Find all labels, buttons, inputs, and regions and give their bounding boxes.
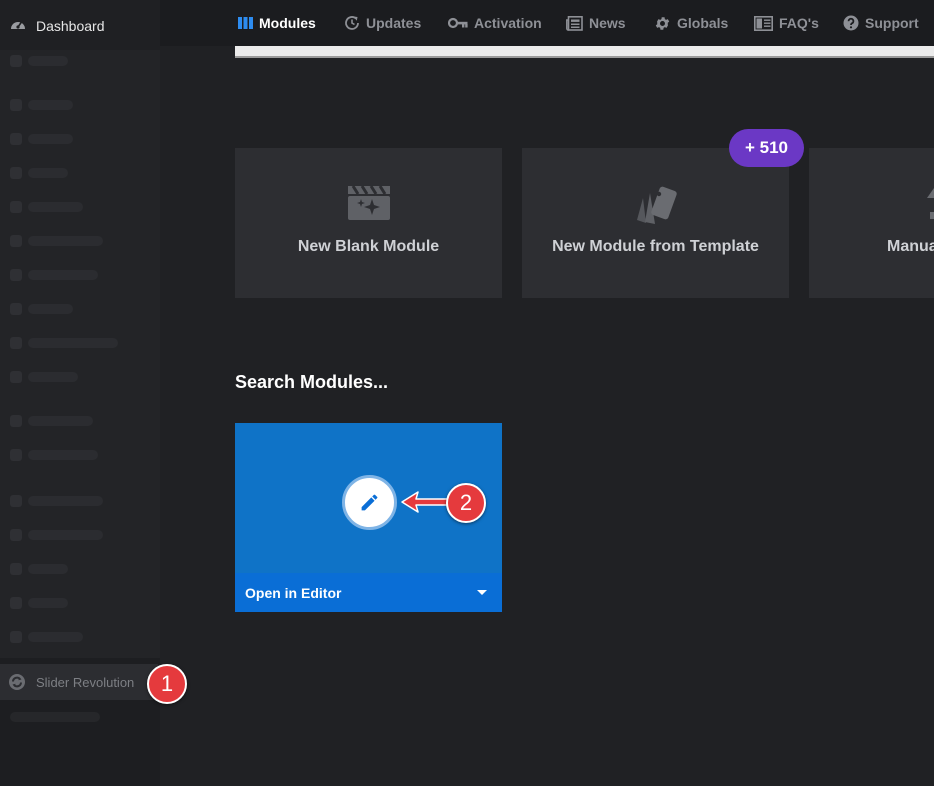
menu-icon: [10, 415, 22, 427]
menu-icon: [10, 269, 22, 281]
chevron-down-icon[interactable]: [477, 590, 487, 595]
tab-label: FAQ's: [779, 15, 819, 31]
menu-item-blurred[interactable]: [28, 56, 68, 66]
clapperboard-sparkle-icon: [347, 185, 390, 220]
cards-stack-icon: [636, 186, 677, 224]
card-label: New Blank Module: [297, 238, 440, 255]
menu-icon: [10, 133, 22, 145]
menu-icon: [10, 371, 22, 383]
refresh-icon: [9, 674, 25, 690]
menu-item-blurred[interactable]: [28, 450, 98, 460]
menu-icon: [10, 337, 22, 349]
menu-icon: [10, 563, 22, 575]
menu-icon: [10, 167, 22, 179]
card-label: Manua: [887, 238, 934, 255]
tab-faqs[interactable]: FAQ's: [754, 13, 819, 33]
tab-modules[interactable]: Modules: [238, 13, 316, 33]
step-callout-2: 2: [446, 483, 486, 523]
menu-item-blurred[interactable]: [28, 338, 118, 348]
new-module-from-template-card[interactable]: New Module from Template: [522, 148, 789, 298]
menu-icon: [10, 235, 22, 247]
edit-module-button[interactable]: [342, 475, 397, 530]
menu-item-blurred[interactable]: [28, 530, 103, 540]
menu-icon: [10, 631, 22, 643]
admin-sidebar: Dashboard Slider Revolution: [0, 0, 160, 786]
menu-icon: [10, 201, 22, 213]
tab-updates[interactable]: Updates: [344, 13, 421, 33]
tab-label: News: [589, 15, 626, 31]
sidebar-item-slider-revolution[interactable]: Slider Revolution: [0, 664, 158, 700]
tab-label: Modules: [259, 15, 316, 31]
columns-icon: [238, 17, 253, 29]
menu-icon: [10, 55, 22, 67]
menu-icon: [10, 495, 22, 507]
menu-item-blurred[interactable]: [28, 304, 73, 314]
menu-item-blurred[interactable]: [28, 632, 83, 642]
menu-item-blurred[interactable]: [28, 416, 93, 426]
menu-item-blurred[interactable]: [28, 236, 103, 246]
sidebar-item-dashboard[interactable]: Dashboard: [0, 0, 160, 50]
tab-label: Support: [865, 15, 919, 31]
dashboard-gauge-icon: [11, 21, 25, 29]
menu-item-blurred[interactable]: [28, 100, 73, 110]
refresh-clock-icon: [345, 16, 359, 30]
book-icon: [754, 15, 773, 31]
menu-item-blurred[interactable]: [28, 598, 68, 608]
notice-strip: [235, 46, 934, 58]
menu-item-blurred[interactable]: [10, 712, 100, 722]
menu-item-blurred[interactable]: [28, 202, 83, 212]
tab-label: Updates: [366, 15, 422, 31]
tab-label: Activation: [474, 15, 542, 31]
sidebar-item-label: Slider Revolution: [36, 675, 135, 690]
open-in-editor-label: Open in Editor: [245, 585, 342, 601]
tab-news[interactable]: News: [566, 13, 626, 33]
newspaper-icon: [566, 15, 583, 31]
question-circle-icon: [843, 15, 859, 31]
menu-item-blurred[interactable]: [28, 372, 78, 382]
upload-icon: [927, 188, 934, 219]
sidebar-item-label: Dashboard: [36, 18, 105, 34]
open-in-editor-button[interactable]: Open in Editor: [235, 573, 502, 612]
menu-icon: [10, 529, 22, 541]
menu-icon: [10, 597, 22, 609]
manual-import-card[interactable]: Manua: [809, 148, 934, 298]
menu-icon: [10, 303, 22, 315]
menu-item-blurred[interactable]: [28, 564, 68, 574]
menu-icon: [10, 449, 22, 461]
card-label: New Module from Template: [552, 238, 759, 255]
tab-label: Globals: [677, 15, 729, 31]
sidebar-menu-blurred: [0, 32, 160, 658]
pencil-icon: [361, 494, 378, 511]
step-callout-1: 1: [147, 664, 187, 704]
template-count-badge: + 510: [729, 129, 804, 167]
key-icon: [448, 17, 468, 29]
search-modules-title: Search Modules...: [235, 372, 389, 392]
new-blank-module-card[interactable]: New Blank Module: [235, 148, 502, 298]
menu-item-blurred[interactable]: [28, 496, 103, 506]
tab-support[interactable]: Support: [843, 13, 919, 33]
menu-icon: [10, 99, 22, 111]
menu-item-blurred[interactable]: [28, 270, 98, 280]
arrow-left-icon: [401, 491, 451, 513]
tab-globals[interactable]: Globals: [654, 13, 728, 33]
menu-item-blurred[interactable]: [28, 134, 73, 144]
gear-icon: [655, 16, 670, 30]
tab-activation[interactable]: Activation: [448, 13, 542, 33]
menu-item-blurred[interactable]: [28, 168, 68, 178]
